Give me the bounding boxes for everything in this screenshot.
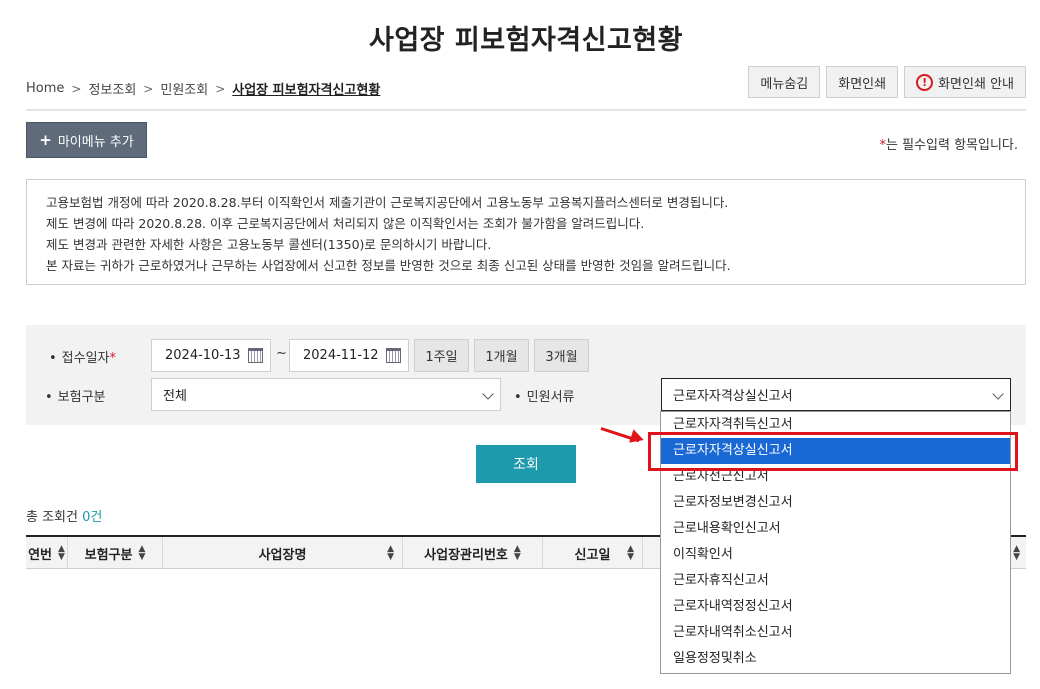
add-mymenu-label: 마이메뉴 추가: [57, 134, 134, 150]
dropdown-option[interactable]: 근로내용확인신고서: [661, 516, 1010, 542]
dropdown-option[interactable]: 근로자휴직신고서: [661, 568, 1010, 594]
chevron-right-icon: >: [215, 81, 226, 96]
sort-icon: ▲ ▼: [138, 544, 146, 562]
th-no[interactable]: 연번 ▲ ▼: [26, 537, 68, 569]
insurance-select[interactable]: 전체: [151, 378, 501, 411]
total-label: 총 조회건: [26, 510, 78, 525]
divider: [26, 109, 1026, 111]
chevron-right-icon: >: [71, 81, 82, 96]
breadcrumb-info[interactable]: 정보조회: [88, 79, 136, 98]
notice-line: 고용보험법 개정에 따라 2020.8.28.부터 이직확인서 제출기관이 근로…: [46, 195, 729, 210]
dropdown-option[interactable]: 근로자내역취소신고서: [661, 620, 1010, 646]
breadcrumb-civil[interactable]: 민원조회: [160, 79, 208, 98]
arrow-head-icon: [629, 429, 646, 447]
page-title: 사업장 피보험자격신고현황: [369, 25, 683, 56]
dropdown-option[interactable]: 근로자내역정정신고서: [661, 594, 1010, 620]
date-from-value: 2024-10-13: [165, 348, 241, 363]
insurance-value: 전체: [163, 389, 187, 404]
breadcrumb: Home > 정보조회 > 민원조회 > 사업장 피보험자격신고현황: [26, 79, 380, 98]
insurance-label: • 보험구분: [45, 390, 106, 405]
period-3month-button[interactable]: 3개월: [534, 339, 589, 372]
period-1week-button[interactable]: 1주일: [414, 339, 469, 372]
sort-icon: ▲ ▼: [58, 544, 65, 562]
chevron-right-icon: >: [143, 81, 154, 96]
top-buttons: 메뉴숨김 화면인쇄 ! 화면인쇄 안내: [748, 66, 1026, 98]
sort-icon: ▲ ▼: [387, 544, 394, 562]
calendar-icon[interactable]: [386, 348, 401, 363]
date-from-input[interactable]: 2024-10-13: [151, 339, 271, 372]
doc-value: 근로자자격상실신고서: [673, 389, 793, 404]
th-company-no[interactable]: 사업장관리번호 ▲ ▼: [403, 537, 543, 569]
total-count: 총 조회건 0건: [26, 506, 102, 525]
notice-line: 제도 변경과 관련한 자세한 사항은 고용노동부 콜센터(1350)로 문의하시…: [46, 237, 492, 252]
dropdown-option[interactable]: 이직확인서: [661, 542, 1010, 568]
doc-label: • 민원서류: [514, 390, 575, 405]
print-guide-button[interactable]: ! 화면인쇄 안내: [904, 66, 1026, 98]
chevron-down-icon: [992, 388, 1004, 400]
notice-box: 고용보험법 개정에 따라 2020.8.28.부터 이직확인서 제출기관이 근로…: [26, 179, 1026, 285]
date-to-value: 2024-11-12: [303, 348, 379, 363]
doc-select[interactable]: 근로자자격상실신고서: [661, 378, 1011, 411]
search-button[interactable]: 조회: [476, 445, 576, 483]
sort-icon: ▲ ▼: [513, 544, 521, 562]
breadcrumb-current: 사업장 피보험자격신고현황: [232, 83, 381, 98]
th-company[interactable]: 사업장명 ▲ ▼: [163, 537, 403, 569]
sort-icon: ▲ ▼: [627, 544, 634, 562]
highlight-box: [648, 432, 1018, 471]
calendar-icon[interactable]: [248, 348, 263, 363]
period-1month-button[interactable]: 1개월: [474, 339, 529, 372]
notice-line: 본 자료는 귀하가 근로하였거나 근무하는 사업장에서 신고한 정보를 반영한 …: [46, 258, 731, 273]
hide-menu-button[interactable]: 메뉴숨김: [748, 66, 821, 98]
breadcrumb-home[interactable]: Home: [26, 81, 64, 96]
chevron-down-icon: [482, 388, 494, 400]
plus-icon: +: [39, 131, 52, 149]
search-panel: • 접수일자* 2024-10-13 ~ 2024-11-12 1주일 1개월 3…: [26, 325, 1026, 425]
dropdown-option[interactable]: 일용정정및취소: [661, 646, 1010, 672]
date-label: • 접수일자*: [49, 351, 117, 366]
notice-line: 제도 변경에 따라 2020.8.28. 이후 근로복지공단에서 처리되지 않은…: [46, 216, 645, 231]
sort-icon: ▲ ▼: [1013, 544, 1020, 562]
date-separator: ~: [276, 346, 287, 361]
total-value: 0건: [82, 510, 103, 525]
th-insurance[interactable]: 보험구분 ▲ ▼: [68, 537, 163, 569]
dropdown-option[interactable]: 근로자정보변경신고서: [661, 490, 1010, 516]
date-to-input[interactable]: 2024-11-12: [289, 339, 409, 372]
th-report-date[interactable]: 신고일 ▲ ▼: [543, 537, 643, 569]
alert-icon: !: [916, 73, 934, 91]
print-guide-label: 화면인쇄 안내: [938, 76, 1014, 92]
print-button[interactable]: 화면인쇄: [826, 66, 899, 98]
required-note: *는 필수입력 항목입니다.: [880, 134, 1019, 153]
required-note-text: 는 필수입력 항목입니다.: [886, 138, 1018, 153]
add-mymenu-button[interactable]: + 마이메뉴 추가: [26, 122, 147, 158]
